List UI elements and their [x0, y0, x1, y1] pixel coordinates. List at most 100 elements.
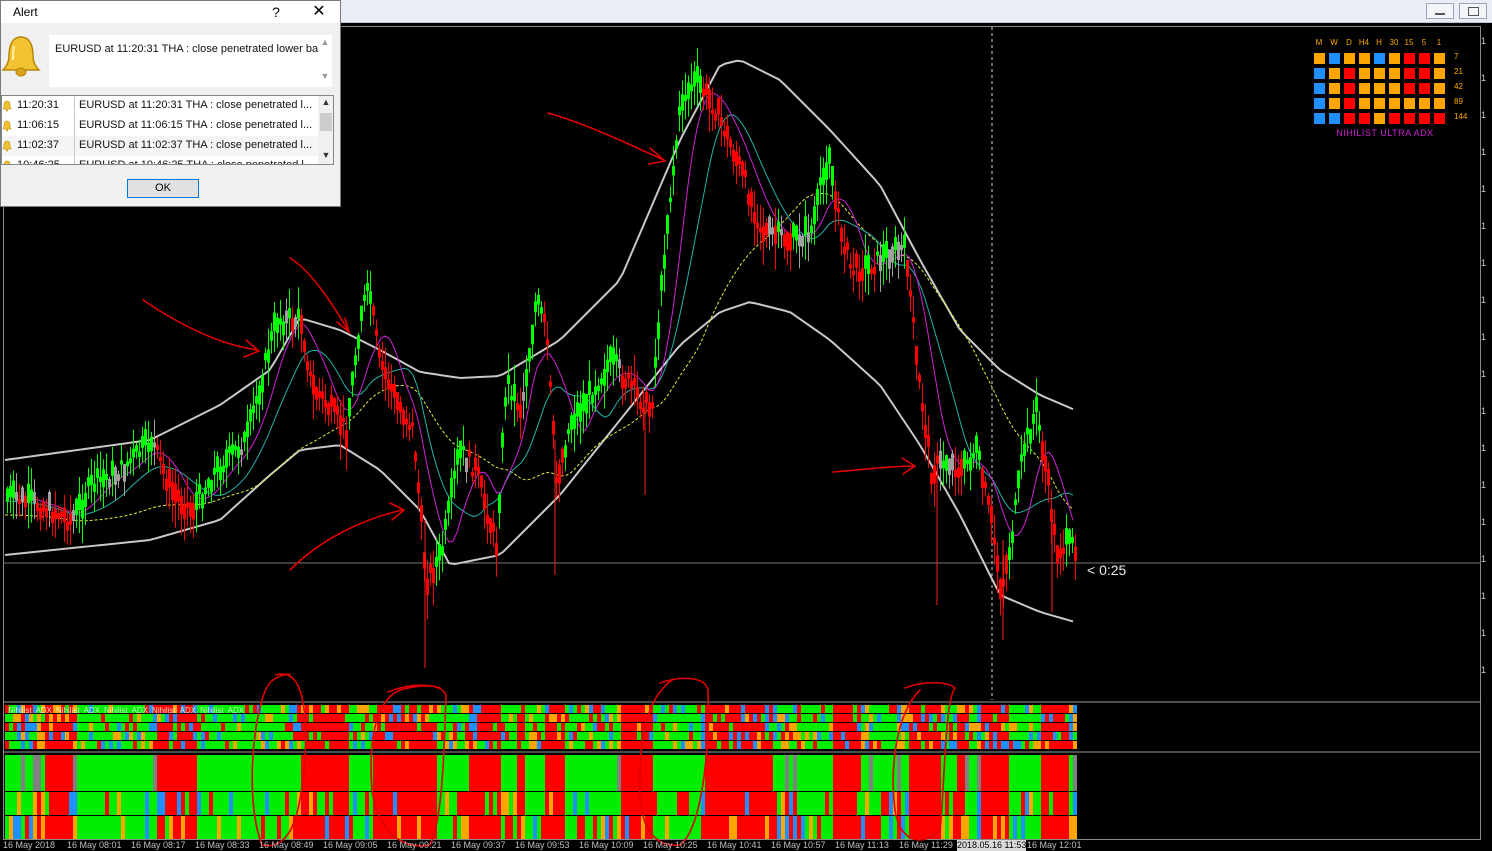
adx-strip-cell: [865, 723, 869, 731]
histogram-cell: [661, 755, 665, 791]
mtf-cell: [1359, 53, 1370, 64]
adx-strip-cell: [829, 714, 833, 722]
adx-strip-cell: [949, 732, 953, 740]
adx-strip-cell: [385, 732, 389, 740]
mtf-timeframe-label: W: [1330, 38, 1338, 47]
alert-history-row[interactable]: 11:02:37 EURUSD at 11:02:37 THA : close p…: [2, 136, 318, 156]
candle-body: [327, 403, 330, 416]
alert-titlebar: Alert ? ✕: [1, 1, 340, 23]
histogram-cell: [805, 816, 809, 839]
adx-strip-cell: [785, 714, 789, 722]
adx-strip-cell: [805, 732, 809, 740]
adx-strip-cell: [713, 714, 717, 722]
adx-strip-cell: [473, 705, 477, 713]
adx-strip-cell: [933, 741, 937, 749]
alert-history-row[interactable]: 11:20:31 EURUSD at 11:20:31 THA : close p…: [2, 96, 318, 116]
histogram-cell: [1033, 792, 1037, 815]
close-button[interactable]: ✕: [301, 1, 337, 23]
alert-history-list[interactable]: ▲ ▼ 11:20:31 EURUSD at 11:20:31 THA : clo…: [1, 95, 334, 165]
ok-button[interactable]: OK: [127, 179, 199, 198]
candle-body: [960, 458, 963, 477]
adx-strip-cell: [177, 714, 181, 722]
help-button[interactable]: ?: [266, 1, 286, 23]
candle-body: [135, 445, 138, 452]
candle-body: [513, 384, 516, 402]
histogram-cell: [685, 755, 689, 791]
adx-strip-cell: [921, 732, 925, 740]
message-scrollbar[interactable]: ▲ ▼: [318, 35, 332, 87]
adx-strip-cell: [269, 741, 273, 749]
candle-body: [354, 355, 357, 366]
adx-strip-cell: [801, 723, 805, 731]
histogram-cell: [825, 792, 829, 815]
adx-strip-cell: [297, 723, 301, 731]
alert-dialog[interactable]: Alert ? ✕ EURUSD at 11:20:31 THA : close…: [0, 0, 341, 207]
candle-body: [264, 352, 267, 361]
histogram-cell: [177, 792, 181, 815]
adx-strip-cell: [937, 732, 941, 740]
adx-strip-cell: [145, 723, 149, 731]
adx-strip-cell: [725, 723, 729, 731]
histogram-cell: [853, 816, 857, 839]
histogram-cell: [217, 792, 221, 815]
adx-strip-cell: [457, 705, 461, 713]
histogram-cell: [981, 755, 985, 791]
adx-strip-cell: [1045, 705, 1049, 713]
candle-body: [231, 444, 234, 455]
histogram-cell: [525, 816, 529, 839]
alert-history-row[interactable]: 10:46:25 EURUSD at 10:46:25 THA : close p…: [2, 156, 318, 164]
histogram-cell: [389, 755, 393, 791]
candle-body: [525, 369, 528, 387]
adx-strip-cell: [729, 705, 733, 713]
adx-strip-cell: [241, 741, 245, 749]
adx-strip-cell: [985, 705, 989, 713]
alert-history-row[interactable]: 11:06:15 EURUSD at 11:06:15 THA : close p…: [2, 116, 318, 136]
candle-body: [1005, 554, 1008, 575]
histogram-cell: [889, 755, 893, 791]
adx-strip-cell: [621, 732, 625, 740]
histogram-cell: [37, 816, 41, 839]
scroll-up-icon[interactable]: ▲: [318, 97, 333, 111]
candle-body: [618, 359, 621, 369]
adx-strip-cell: [777, 705, 781, 713]
adx-strip-cell: [505, 732, 509, 740]
histogram-cell: [265, 792, 269, 815]
adx-strip-cell: [873, 705, 877, 713]
adx-strip-cell: [873, 723, 877, 731]
scroll-down-icon[interactable]: ▼: [318, 150, 333, 164]
histogram-cell: [717, 792, 721, 815]
histogram-cell: [49, 792, 53, 815]
adx-strip-cell: [9, 723, 13, 731]
adx-strip-cell: [1029, 705, 1033, 713]
candle-body: [105, 473, 108, 480]
adx-strip-cell: [749, 723, 753, 731]
candle-body: [237, 446, 240, 458]
adx-strip-cell: [109, 714, 113, 722]
adx-strip-cell: [893, 705, 897, 713]
adx-strip-cell: [309, 714, 313, 722]
candle-body: [588, 380, 591, 396]
histogram-cell: [557, 755, 561, 791]
adx-strip-cell: [97, 723, 101, 731]
candle-body: [198, 484, 201, 495]
adx-strip-cell: [789, 705, 793, 713]
scroll-thumb[interactable]: [320, 113, 332, 131]
adx-strip-cell: [269, 723, 273, 731]
adx-strip-cell: [301, 741, 305, 749]
candle-body: [273, 312, 276, 332]
mtf-cell: [1404, 113, 1415, 124]
adx-strip-cell: [509, 732, 513, 740]
adx-strip-cell: [189, 741, 193, 749]
histogram-cell: [213, 792, 217, 815]
adx-strip-cell: [593, 723, 597, 731]
adx-strip-cell: [289, 705, 293, 713]
adx-strip-cell: [857, 741, 861, 749]
adx-strip-cell: [173, 732, 177, 740]
list-scrollbar[interactable]: ▲ ▼: [318, 96, 333, 164]
adx-strip-cell: [49, 714, 53, 722]
adx-strip-cell: [1049, 741, 1053, 749]
histogram-cell: [809, 792, 813, 815]
histogram-cell: [769, 755, 773, 791]
histogram-cell: [925, 755, 929, 791]
histogram-cell: [161, 755, 165, 791]
